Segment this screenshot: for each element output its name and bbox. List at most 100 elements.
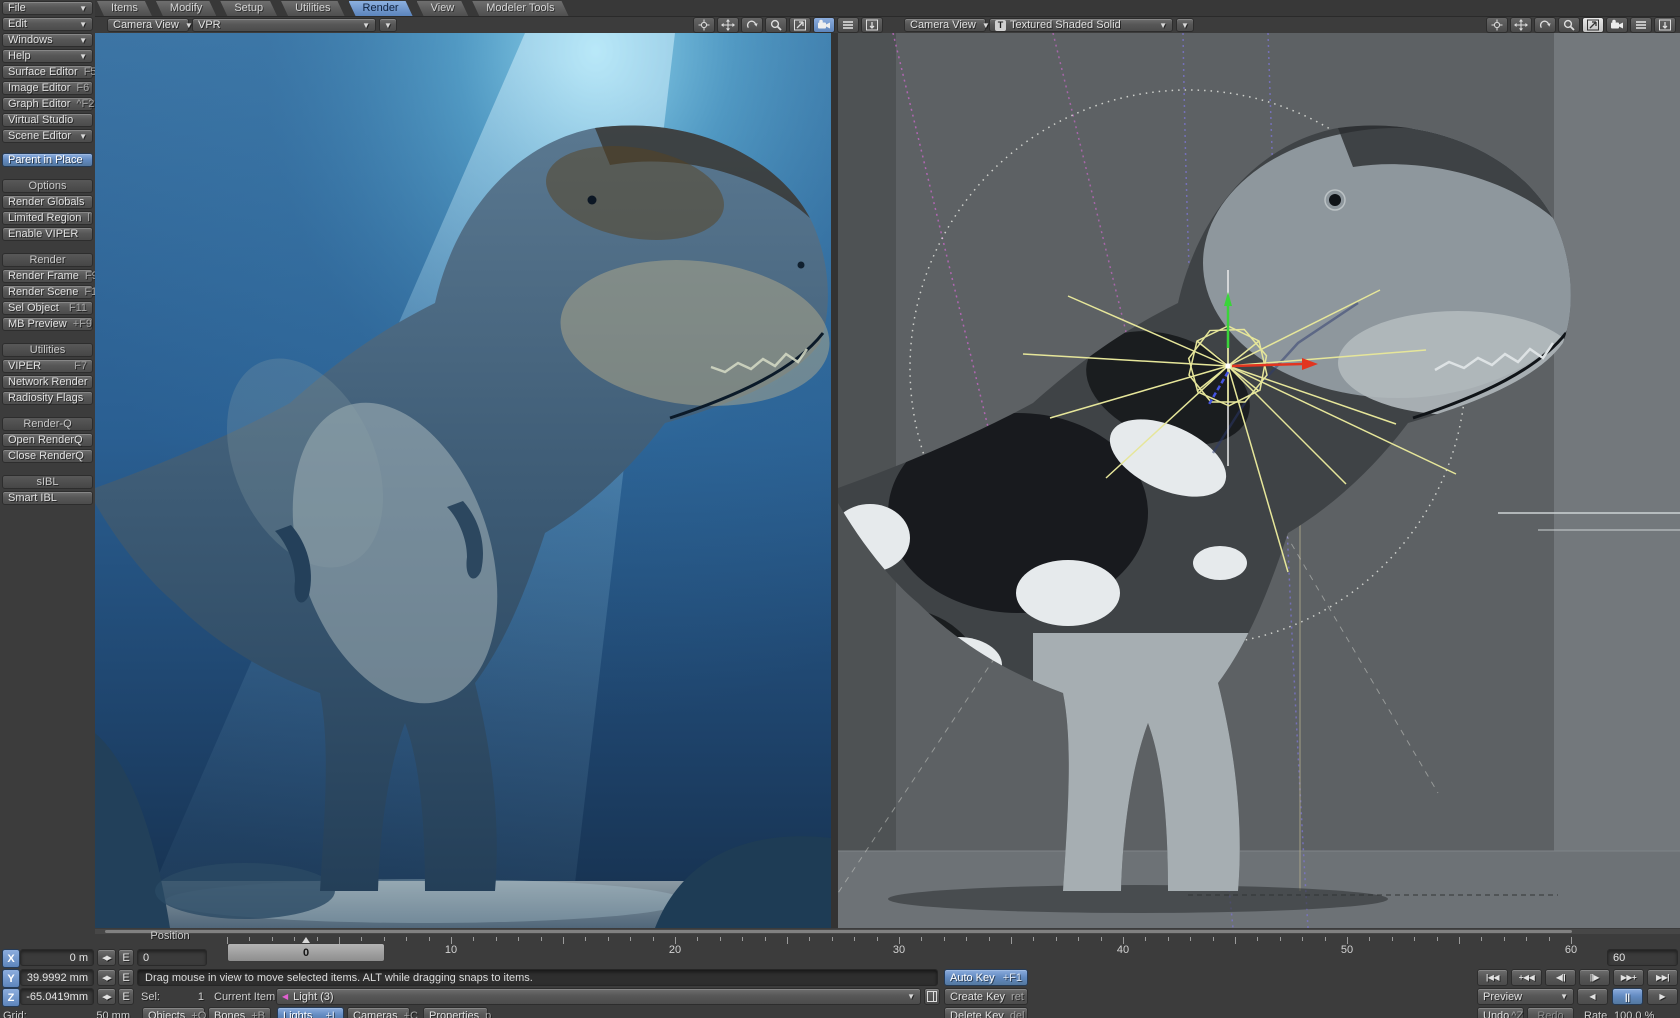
sidebar-item-smart-ibl[interactable]: Smart IBL [2,491,93,505]
sidebar-item-surface-editor-shortcut: F5 [78,66,97,78]
tab-setup[interactable]: Setup [220,1,277,16]
maximize-icon[interactable] [789,17,811,33]
axis-y-stepper[interactable]: ◀▶ [97,969,116,986]
sidebar-item-scene-editor[interactable]: Scene Editor▼ [2,129,93,143]
frame-start-field[interactable]: 0 [137,949,207,966]
pan-icon[interactable] [1486,17,1508,33]
create-key-button[interactable]: Create Keyret [944,988,1028,1005]
sidebar-item-limited-region[interactable]: Limited Regionl [2,211,93,225]
axis-x-value-field[interactable]: 0 m [20,949,94,966]
bones-button[interactable]: Bones+B [208,1007,271,1018]
tab-modify[interactable]: Modify [156,1,216,16]
sidebar-item-viper[interactable]: VIPERF7 [2,359,93,373]
redo-button[interactable]: Redo [1527,1007,1574,1018]
right-viewport-menu-dropdown[interactable]: ▼ [1176,18,1194,32]
axis-x-stepper[interactable]: ◀▶ [97,949,116,966]
maximize-icon[interactable] [1582,17,1604,33]
status-text: Drag mouse in view to move selected item… [145,972,533,984]
rotate-icon[interactable] [1534,17,1556,33]
sidebar-item-render-frame[interactable]: Render FrameF9 [2,269,93,283]
tab-items[interactable]: Items [97,1,152,16]
properties-button[interactable]: Propertiesp [423,1007,488,1018]
light-item-icon: ◀ [282,992,288,1001]
tab-modeler-tools[interactable]: Modeler Tools [472,1,568,16]
auto-key-button[interactable]: Auto Key+F1 [944,969,1028,986]
play-reverse-button[interactable]: ◀ [1577,988,1608,1005]
prev-keyframe-button[interactable]: +◀◀ [1511,969,1542,986]
left-viewport-vpr-render[interactable] [95,33,831,928]
viewport-divider[interactable] [831,33,838,928]
sidebar-item-surface-editor[interactable]: Surface EditorF5 [2,65,93,79]
ruler-tick [1101,937,1102,941]
axis-y-toggle[interactable]: Y [2,969,20,988]
sidebar-item-radiosity-flags[interactable]: Radiosity Flags [2,391,93,405]
delete-key-button[interactable]: Delete Keydel [944,1007,1028,1018]
camera-icon[interactable] [813,17,835,33]
frame-end-field[interactable]: 60 [1607,949,1678,966]
move-icon[interactable] [717,17,739,33]
sidebar-item-mb-preview[interactable]: MB Preview+F9 [2,317,93,331]
parent-in-place-button[interactable]: Parent in Place [2,153,93,167]
item-properties-icon-button[interactable] [924,988,940,1005]
left-render-mode-dropdown[interactable]: VPR▼ [192,18,376,32]
go-last-frame-button[interactable]: ▶▶| [1647,969,1678,986]
axis-z-envelope-button[interactable]: E [118,988,134,1005]
axis-x-envelope-button[interactable]: E [118,949,134,966]
rotate-icon[interactable] [741,17,763,33]
sidebar-item-close-renderq[interactable]: Close RenderQ [2,449,93,463]
left-viewport-menu-dropdown[interactable]: ▼ [379,18,397,32]
zoom-icon[interactable] [765,17,787,33]
step-forward-button[interactable]: ||▶ [1579,969,1610,986]
sidebar-item-open-renderq[interactable]: Open RenderQ [2,433,93,447]
sidebar-item-viper-label: VIPER [8,360,41,372]
sidebar-item-image-editor[interactable]: Image EditorF6 [2,81,93,95]
pause-button[interactable]: || [1612,988,1643,1005]
objects-button[interactable]: Objects+O [142,1007,205,1018]
sidebar-item-file[interactable]: File▼ [2,1,93,15]
undo-button[interactable]: Undo ^Z [1477,1007,1524,1018]
sidebar-item-render-scene[interactable]: Render SceneF10 [2,285,93,299]
timeline-ruler[interactable]: 0 102030405060 [210,934,1602,968]
axis-z-value-field[interactable]: -65.0419mm [20,988,94,1005]
axis-y-value-field[interactable]: 39.9992 mm [20,969,94,986]
pan-icon[interactable] [693,17,715,33]
right-view-type-dropdown[interactable]: Camera View▼ [904,18,986,32]
left-view-type-dropdown[interactable]: Camera View▼ [107,18,189,32]
lights-button[interactable]: Lights+L [277,1007,344,1018]
go-first-frame-button[interactable]: |◀◀ [1477,969,1508,986]
sidebar-item-sel-object[interactable]: Sel ObjectF11 [2,301,93,315]
axis-z-toggle[interactable]: Z [2,988,20,1007]
lights-button-shortcut: +L [319,1010,338,1018]
sidebar-item-graph-editor[interactable]: Graph Editor^F2 [2,97,93,111]
camera-icon[interactable] [1606,17,1628,33]
list-icon[interactable] [837,17,859,33]
sidebar-item-enable-viper[interactable]: Enable VIPER [2,227,93,241]
right-viewport-shaded[interactable] [838,33,1680,928]
axis-z-stepper[interactable]: ◀▶ [97,988,116,1005]
resize-icon[interactable] [1654,17,1676,33]
sidebar-item-virtual-studio[interactable]: Virtual Studio [2,113,93,127]
cameras-button[interactable]: Cameras+C [347,1007,410,1018]
zoom-icon[interactable] [1558,17,1580,33]
list-icon[interactable] [1630,17,1652,33]
preview-dropdown[interactable]: Preview▼ [1477,988,1574,1005]
sidebar-item-network-render[interactable]: Network Render [2,375,93,389]
move-icon[interactable] [1510,17,1532,33]
axis-x-toggle[interactable]: X [2,949,20,968]
sidebar-item-help[interactable]: Help▼ [2,49,93,63]
frame-slider-handle[interactable]: 0 [227,943,385,962]
resize-icon[interactable] [861,17,883,33]
step-back-button[interactable]: ◀|| [1545,969,1576,986]
tab-view[interactable]: View [417,1,469,16]
right-render-mode-dropdown[interactable]: T Textured Shaded Solid▼ [989,18,1173,32]
tab-utilities[interactable]: Utilities [281,1,344,16]
sidebar-item-edit[interactable]: Edit▼ [2,17,93,31]
play-forward-button[interactable]: ▶ [1647,988,1678,1005]
current-item-dropdown[interactable]: ◀ Light (3) ▼ [276,988,921,1005]
sidebar-item-scene-editor-label: Scene Editor [8,130,71,142]
sidebar-item-windows[interactable]: Windows▼ [2,33,93,47]
next-keyframe-button[interactable]: ▶▶+ [1613,969,1644,986]
tab-render[interactable]: Render [349,1,413,16]
sidebar-item-render-globals[interactable]: Render Globals [2,195,93,209]
axis-y-envelope-button[interactable]: E [118,969,134,986]
